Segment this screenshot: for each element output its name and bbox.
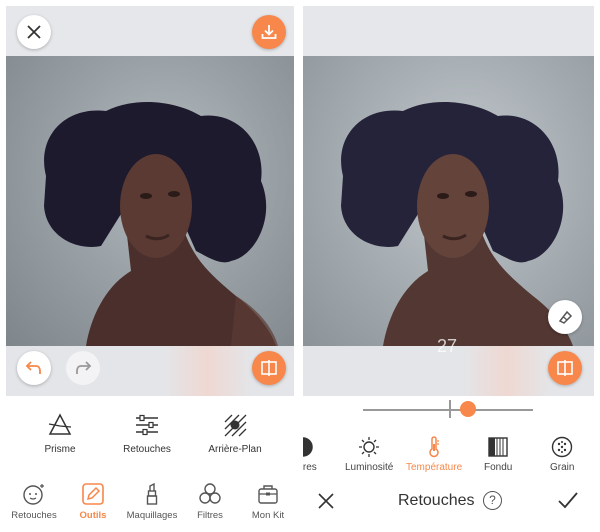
shadows-icon: [303, 437, 313, 457]
eraser-button[interactable]: [548, 300, 582, 334]
nav-label: Outils: [79, 510, 107, 521]
nav-label: Retouches: [11, 510, 57, 521]
nav-retouches[interactable]: Retouches: [4, 482, 64, 521]
adjust-temperature[interactable]: Température: [406, 436, 462, 473]
tool-label: Arrière-Plan: [208, 444, 262, 455]
kit-bag-icon: [258, 485, 278, 504]
editor-tools-screen: Prisme Retouches Arrière-Plan Retouches: [0, 0, 300, 532]
redo-icon: [76, 361, 92, 374]
nav-filtres[interactable]: Filtres: [180, 482, 240, 521]
adjust-label: Fondu: [484, 462, 513, 473]
download-button[interactable]: [252, 15, 286, 49]
slider-center-mark: [449, 400, 451, 418]
compare-button[interactable]: [548, 351, 582, 385]
nav-label: Maquillages: [126, 510, 178, 521]
portrait-photo: [341, 101, 573, 346]
nav-outils[interactable]: Outils: [63, 482, 123, 521]
close-button[interactable]: [17, 15, 51, 49]
adjust-label: Luminosité: [345, 462, 394, 473]
redo-button[interactable]: [66, 351, 100, 385]
sun-icon: [359, 437, 380, 457]
slider-thumb[interactable]: [460, 401, 477, 417]
face-retouch-icon: [23, 484, 44, 505]
grain-icon: [552, 436, 573, 458]
adjust-action-bar: Retouches ?: [303, 476, 600, 532]
cancel-icon[interactable]: [317, 492, 335, 510]
panel-title: Retouches: [398, 492, 475, 509]
compare-icon: [557, 360, 573, 376]
tool-retouches[interactable]: Retouches: [102, 412, 192, 455]
photo-canvas[interactable]: [303, 56, 594, 346]
temperature-adjust-screen: 27 mbres Luminosité Température: [303, 0, 600, 532]
adjust-label: Grain: [550, 462, 575, 473]
tool-prisme[interactable]: Prisme: [15, 412, 105, 455]
lipstick-icon: [146, 482, 158, 505]
adjust-luminosite[interactable]: Luminosité: [345, 436, 393, 473]
adjust-fondu[interactable]: Fondu: [484, 436, 512, 473]
confirm-icon[interactable]: [557, 491, 579, 511]
download-icon: [261, 25, 277, 39]
sliders-icon: [136, 414, 158, 436]
undo-button[interactable]: [17, 351, 51, 385]
compare-icon: [261, 360, 277, 376]
undo-icon: [25, 361, 41, 374]
adjust-ombres[interactable]: mbres: [303, 436, 317, 473]
pencil-tool-icon: [82, 483, 104, 505]
temperature-slider[interactable]: [363, 409, 533, 411]
adjust-label: Température: [406, 462, 463, 473]
eraser-icon: [558, 310, 573, 324]
nav-label: Filtres: [197, 510, 223, 521]
thermometer-icon: [429, 436, 440, 458]
adjust-label: mbres: [303, 462, 317, 473]
prism-icon: [48, 413, 72, 435]
portrait-photo: [44, 101, 278, 346]
nav-maquillages[interactable]: Maquillages: [122, 482, 182, 521]
close-icon: [27, 25, 41, 39]
adjust-value: 27: [437, 336, 458, 356]
adjust-grain[interactable]: Grain: [550, 436, 574, 473]
help-button[interactable]: ?: [483, 491, 502, 510]
tool-label: Retouches: [123, 444, 171, 455]
filters-icon: [199, 483, 221, 504]
photo-canvas[interactable]: [6, 56, 294, 346]
fade-icon: [488, 437, 508, 457]
background-icon: [224, 414, 247, 437]
tool-arriere-plan[interactable]: Arrière-Plan: [190, 412, 280, 455]
nav-label: Mon Kit: [251, 510, 285, 521]
bottom-navigation: Retouches Outils Maquillages Filtres Mon…: [0, 476, 300, 532]
top-bar: [303, 6, 594, 56]
nav-mon-kit[interactable]: Mon Kit: [238, 482, 298, 521]
compare-button[interactable]: [252, 351, 286, 385]
tool-label: Prisme: [44, 444, 76, 455]
